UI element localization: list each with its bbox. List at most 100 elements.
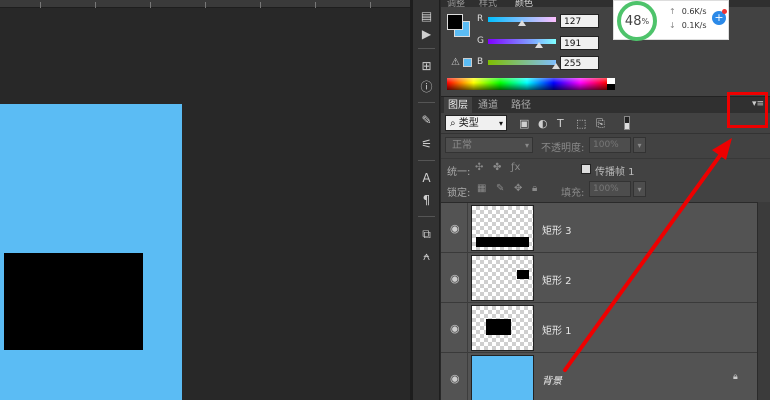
arrow-up-icon: ↑ bbox=[669, 7, 676, 16]
adjustment-icon[interactable]: ⊞ bbox=[417, 58, 436, 74]
layer-thumbnail bbox=[471, 355, 534, 400]
chevron-down-icon: ▾ bbox=[498, 119, 503, 128]
network-speed-widget[interactable]: 48% ↑ 0.6K/s ↓ 0.1K/s + bbox=[613, 0, 729, 41]
lock-position-icon[interactable]: ✥ bbox=[514, 183, 522, 194]
lock-all-icon[interactable]: 🔒︎ bbox=[532, 183, 537, 194]
layers-scrollbar[interactable] bbox=[757, 202, 770, 400]
opacity-label: 不透明度: bbox=[541, 143, 585, 154]
fill-input[interactable]: 100% bbox=[589, 181, 631, 197]
layer-row-rect1[interactable]: ◉ 矩形 1 bbox=[441, 303, 757, 353]
percent-ring: 48% bbox=[617, 1, 657, 41]
blend-mode-select[interactable]: 正常 ▾ bbox=[445, 137, 533, 153]
layer-name[interactable]: 矩形 2 bbox=[542, 272, 572, 287]
percent-sign: % bbox=[641, 16, 650, 26]
unify-position-icon[interactable]: ✣ bbox=[475, 162, 483, 173]
opacity-dropdown-button[interactable]: ▾ bbox=[633, 137, 646, 153]
history-icon[interactable]: ▤ bbox=[417, 8, 436, 24]
lock-label: 锁定: bbox=[447, 188, 471, 199]
fill-label: 填充: bbox=[561, 188, 585, 199]
eye-icon[interactable]: ◉ bbox=[450, 222, 460, 235]
layer-filter-row: ⌕ 类型 ▾ ▣ ◐ T ⬚ ⎘ bbox=[441, 114, 770, 134]
character-icon[interactable]: A bbox=[417, 170, 436, 186]
warning-triangle-icon[interactable]: ⚠ bbox=[451, 57, 460, 68]
eye-icon[interactable]: ◉ bbox=[450, 322, 460, 335]
percent-value: 48 bbox=[624, 13, 642, 29]
layer-name[interactable]: 矩形 1 bbox=[542, 322, 572, 337]
glyphs-icon[interactable]: ⍲ bbox=[417, 248, 436, 264]
shape-filter-icon[interactable]: ⬚ bbox=[576, 117, 586, 130]
upload-speed-value: 0.6K/s bbox=[681, 7, 707, 16]
pixel-filter-icon[interactable]: ▣ bbox=[519, 117, 529, 130]
eye-icon[interactable]: ◉ bbox=[450, 272, 460, 285]
layer-thumbnail bbox=[471, 305, 534, 351]
layer-row-rect3[interactable]: ◉ 矩形 3 bbox=[441, 203, 757, 253]
green-channel-label: G bbox=[477, 36, 484, 46]
lock-image-icon[interactable]: ✎ bbox=[496, 183, 504, 194]
layer-name[interactable]: 背景 bbox=[542, 372, 562, 387]
blend-row: 正常 ▾ 不透明度: 100% ▾ bbox=[441, 134, 770, 156]
paragraph-icon[interactable]: ¶ bbox=[417, 192, 436, 208]
brush-icon[interactable]: ✎ bbox=[417, 112, 436, 128]
green-slider-thumb[interactable] bbox=[535, 42, 543, 48]
web-safe-color-swatch[interactable] bbox=[463, 58, 472, 67]
highlight-box bbox=[727, 92, 768, 128]
filter-kind-select[interactable]: ⌕ 类型 ▾ bbox=[445, 115, 507, 131]
red-slider-thumb[interactable] bbox=[518, 20, 526, 26]
top-ruler bbox=[0, 0, 410, 8]
lock-icon: 🔒︎ bbox=[733, 372, 738, 382]
type-filter-icon[interactable]: T bbox=[557, 117, 564, 130]
blue-slider-thumb[interactable] bbox=[552, 63, 560, 69]
red-slider[interactable] bbox=[488, 17, 556, 26]
layers-panel-tabbar: 图层 通道 路径 ▾≡ bbox=[441, 96, 770, 114]
eye-icon[interactable]: ◉ bbox=[450, 372, 460, 385]
info-icon[interactable]: ⓘ bbox=[417, 78, 436, 94]
fill-dropdown-button[interactable]: ▾ bbox=[633, 181, 646, 197]
layers-list: ◉ 矩形 3 ◉ 矩形 2 ◉ 矩形 1 ◉ 背景 🔒︎ bbox=[441, 202, 757, 400]
blend-mode-value: 正常 bbox=[452, 140, 472, 151]
blue-slider[interactable] bbox=[488, 60, 560, 69]
play-icon[interactable]: ▶ bbox=[417, 26, 436, 42]
arrow-down-icon: ↓ bbox=[669, 21, 676, 30]
propagate-frame-checkbox[interactable] bbox=[581, 164, 591, 174]
unify-style-icon[interactable]: ƒx bbox=[511, 162, 520, 173]
download-speed: ↓ 0.1K/s bbox=[669, 21, 707, 30]
black-white-swatch[interactable] bbox=[607, 78, 615, 90]
chevron-down-icon: ▾ bbox=[524, 141, 529, 150]
blue-value-input[interactable]: 255 bbox=[560, 56, 599, 70]
brush-presets-icon[interactable]: ⚟ bbox=[417, 136, 436, 152]
upload-speed: ↑ 0.6K/s bbox=[669, 7, 707, 16]
unify-label: 统一: bbox=[447, 167, 471, 178]
tab-paths[interactable]: 路径 bbox=[507, 97, 535, 114]
layer-thumbnail bbox=[471, 205, 534, 251]
green-value-input[interactable]: 191 bbox=[560, 36, 599, 50]
document-canvas[interactable] bbox=[0, 0, 410, 400]
layer-thumbnail bbox=[471, 255, 534, 301]
adjustment-filter-icon[interactable]: ◐ bbox=[538, 117, 548, 130]
black-rectangle-shape[interactable] bbox=[4, 253, 143, 350]
tab-color[interactable]: 颜色 bbox=[515, 0, 533, 9]
background-layer-fill bbox=[0, 104, 182, 400]
tab-layers[interactable]: 图层 bbox=[444, 97, 472, 114]
smart-object-filter-icon[interactable]: ⎘ bbox=[596, 117, 605, 131]
notification-dot bbox=[722, 9, 727, 14]
download-speed-value: 0.1K/s bbox=[681, 21, 707, 30]
blue-channel-label: B bbox=[477, 57, 484, 67]
layer-row-background[interactable]: ◉ 背景 🔒︎ bbox=[441, 353, 757, 400]
filter-toggle-switch[interactable] bbox=[624, 116, 630, 130]
layer-name[interactable]: 矩形 3 bbox=[542, 222, 572, 237]
tab-adjustments[interactable]: 调整 bbox=[447, 0, 465, 9]
unify-visibility-icon[interactable]: ✤ bbox=[493, 162, 501, 173]
tab-styles[interactable]: 样式 bbox=[479, 0, 497, 9]
foreground-color-swatch[interactable] bbox=[447, 14, 463, 30]
red-channel-label: R bbox=[477, 14, 484, 24]
tab-channels[interactable]: 通道 bbox=[474, 97, 502, 114]
clone-source-icon[interactable]: ⧉ bbox=[417, 226, 436, 242]
unify-row: 统一: ✣ ✤ ƒx 传播帧 1 bbox=[441, 158, 770, 178]
lock-transparent-icon[interactable]: ▦ bbox=[477, 183, 486, 194]
layer-row-rect2[interactable]: ◉ 矩形 2 bbox=[441, 253, 757, 303]
color-spectrum-bar[interactable] bbox=[447, 78, 607, 90]
right-panel: 调整 样式 颜色 R 127 G 191 B 255 ⚠ 48% ↑ 0.6K/s… bbox=[441, 0, 770, 400]
red-value-input[interactable]: 127 bbox=[560, 14, 599, 28]
green-slider[interactable] bbox=[488, 39, 556, 48]
opacity-input[interactable]: 100% bbox=[589, 137, 631, 153]
